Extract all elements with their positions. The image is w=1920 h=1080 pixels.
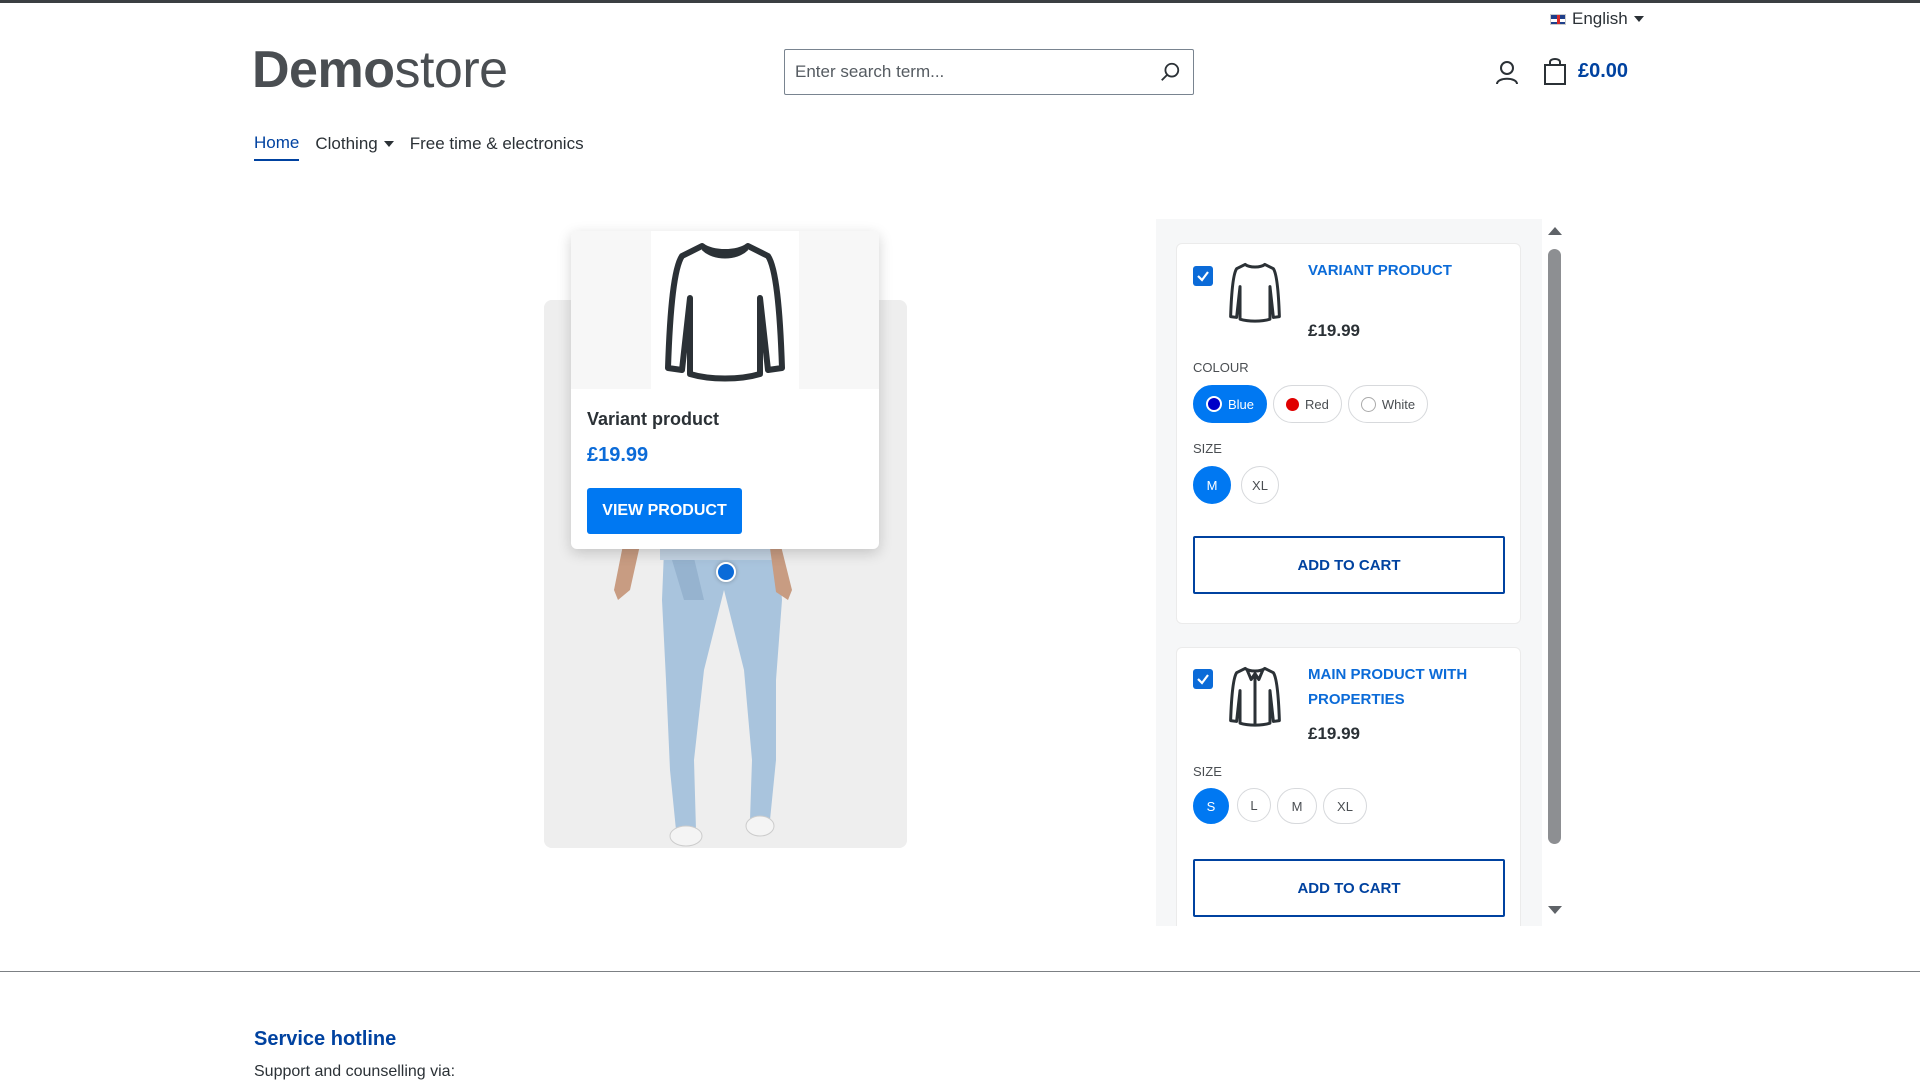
- add-to-cart-button[interactable]: ADD TO CART: [1193, 536, 1505, 594]
- scrollbar-thumb[interactable]: [1548, 249, 1561, 844]
- size-label: SIZE: [1193, 764, 1222, 779]
- checkmark-icon: [1197, 271, 1209, 282]
- jacket-icon: [1229, 666, 1281, 727]
- store-logo[interactable]: Demostore: [252, 40, 508, 100]
- chevron-down-icon: [1633, 16, 1644, 22]
- colour-option-red[interactable]: Red: [1273, 385, 1342, 423]
- size-option-m[interactable]: M: [1193, 466, 1231, 504]
- colour-swatch: [1206, 396, 1222, 412]
- popover-product-price: £19.99: [587, 444, 649, 466]
- size-label: SIZE: [1193, 441, 1222, 456]
- footer-divider: [0, 971, 1920, 972]
- product-thumbnail[interactable]: [1225, 260, 1285, 324]
- size-option-xl[interactable]: XL: [1323, 788, 1367, 824]
- cart-bag-icon: [1544, 58, 1566, 85]
- nav-item-free-time-electronics[interactable]: Free time & electronics: [410, 133, 584, 161]
- colour-label: COLOUR: [1193, 360, 1249, 375]
- panel-product-card: MAIN PRODUCT WITH PROPERTIES £19.99 SIZE…: [1176, 647, 1521, 926]
- size-option-xl[interactable]: XL: [1241, 466, 1279, 504]
- uk-flag-icon: [1550, 13, 1566, 25]
- colour-options: Blue Red White: [1193, 385, 1429, 423]
- colour-option-blue[interactable]: Blue: [1193, 385, 1268, 423]
- add-to-cart-button[interactable]: ADD TO CART: [1193, 859, 1505, 917]
- size-options: M XL: [1193, 466, 1279, 504]
- colour-option-label: Blue: [1228, 396, 1255, 412]
- popover-image[interactable]: [651, 231, 799, 389]
- product-price: £19.99: [1308, 321, 1360, 340]
- scroll-up-arrow[interactable]: [1548, 227, 1562, 235]
- account-icon[interactable]: [1492, 58, 1522, 88]
- product-title-link[interactable]: MAIN PRODUCT WITH PROPERTIES: [1308, 662, 1508, 712]
- colour-option-label: White: [1381, 396, 1416, 412]
- product-checkbox[interactable]: [1193, 669, 1213, 689]
- top-border: [0, 0, 1920, 3]
- size-option-m[interactable]: M: [1277, 788, 1317, 824]
- logo-bold-text: Demo: [252, 41, 395, 99]
- product-price: £19.99: [1308, 724, 1360, 743]
- longsleeve-shirt-icon: [665, 242, 785, 381]
- cart-total: £0.00: [1578, 59, 1629, 82]
- language-selector[interactable]: English: [1550, 9, 1644, 29]
- popover-image-area: [571, 231, 879, 389]
- size-option-s[interactable]: S: [1193, 788, 1229, 824]
- search-bar: [784, 49, 1194, 95]
- search-icon[interactable]: [1159, 61, 1181, 83]
- scroll-down-arrow[interactable]: [1548, 906, 1562, 914]
- colour-swatch: [1286, 397, 1300, 411]
- colour-option-label: Red: [1305, 396, 1329, 412]
- product-title-link[interactable]: VARIANT PRODUCT: [1308, 258, 1508, 283]
- product-popover: Variant product £19.99 VIEW PRODUCT: [571, 231, 879, 549]
- chevron-down-icon: [383, 141, 394, 147]
- view-product-button[interactable]: VIEW PRODUCT: [587, 488, 742, 534]
- size-options: S L M XL: [1193, 788, 1367, 824]
- search-input[interactable]: [795, 52, 1135, 92]
- nav-item-home[interactable]: Home: [254, 133, 300, 161]
- logo-light-text: store: [394, 41, 508, 99]
- panel-product-card: VARIANT PRODUCT £19.99 COLOUR Blue Red W…: [1176, 243, 1521, 624]
- colour-option-white[interactable]: White: [1347, 385, 1429, 423]
- hotspot-products-panel: VARIANT PRODUCT £19.99 COLOUR Blue Red W…: [1156, 219, 1542, 926]
- popover-product-name[interactable]: Variant product: [587, 409, 879, 430]
- footer-subtext: Support and counselling via:: [254, 1063, 456, 1080]
- checkmark-icon: [1197, 674, 1209, 685]
- language-label: English: [1572, 9, 1628, 28]
- nav-item-clothing[interactable]: Clothing: [315, 133, 394, 161]
- product-thumbnail[interactable]: [1225, 664, 1285, 728]
- colour-swatch: [1360, 396, 1376, 412]
- footer-heading: Service hotline: [254, 1028, 397, 1050]
- cart-button[interactable]: £0.00: [1542, 56, 1628, 86]
- nav-item-label: Clothing: [315, 134, 378, 153]
- product-hotspot[interactable]: [716, 562, 736, 582]
- longsleeve-shirt-icon: [1229, 262, 1281, 323]
- main-navigation: Home Clothing Free time & electronics: [254, 133, 584, 161]
- product-checkbox[interactable]: [1193, 266, 1213, 286]
- size-option-l[interactable]: L: [1237, 788, 1271, 822]
